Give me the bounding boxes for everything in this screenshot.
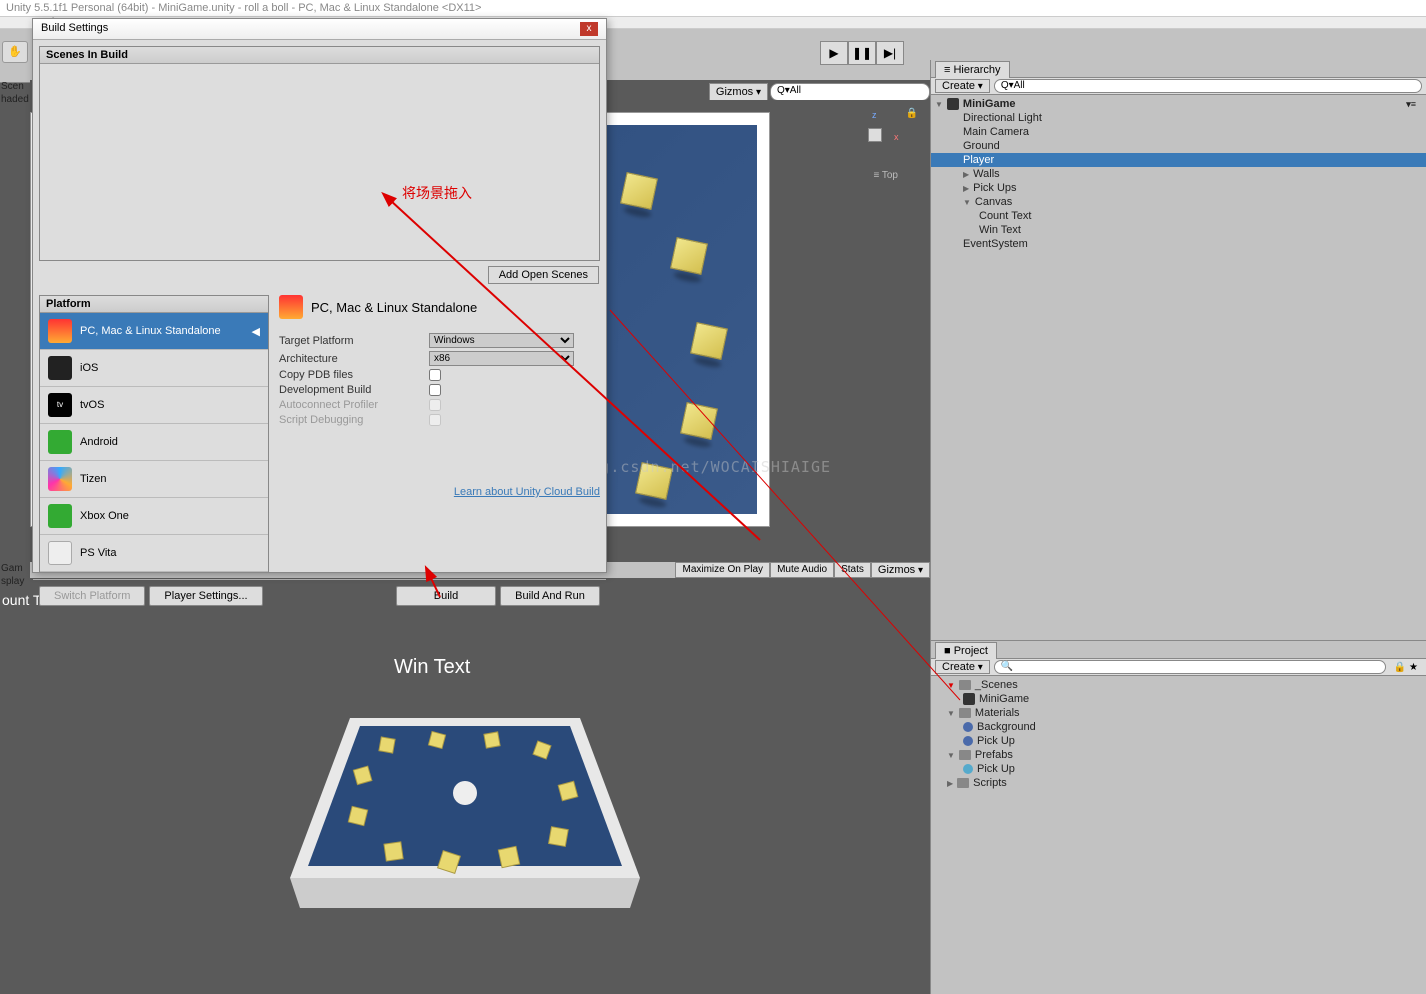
build-and-run-button[interactable]: Build And Run (500, 586, 600, 606)
hierarchy-item-selected[interactable]: Player (931, 153, 1426, 167)
platform-list: Platform PC, Mac & Linux Standalone◀ iOS… (39, 295, 269, 573)
platform-item-ios[interactable]: iOS (40, 350, 268, 387)
window-titlebar: Unity 5.5.1f1 Personal (64bit) - MiniGam… (0, 0, 1426, 17)
display-frag: splay (0, 575, 30, 588)
project-folder[interactable]: ▶Scripts (931, 776, 1426, 790)
platform-header: Platform (40, 296, 268, 313)
shaded-frag: haded (0, 93, 30, 106)
platform-title: PC, Mac & Linux Standalone (311, 300, 477, 315)
hierarchy-tree: ▼MiniGame▾≡ Directional Light Main Camer… (931, 95, 1426, 253)
scenes-header: Scenes In Build (40, 47, 599, 64)
pause-button[interactable]: ❚❚ (848, 41, 876, 65)
project-tree: ▼_Scenes MiniGame ▼Materials Background … (931, 676, 1426, 792)
gizmos-game-dropdown[interactable]: Gizmos ▾ (871, 562, 930, 578)
platform-item-pc[interactable]: PC, Mac & Linux Standalone◀ (40, 313, 268, 350)
maximize-toggle[interactable]: Maximize On Play (675, 562, 770, 578)
win-text-label: Win Text (394, 656, 470, 679)
platform-item-tizen[interactable]: Tizen (40, 461, 268, 498)
hierarchy-search-input[interactable]: Q▾All (994, 79, 1422, 93)
hierarchy-item[interactable]: Ground (931, 139, 1426, 153)
hierarchy-item[interactable]: Directional Light (931, 111, 1426, 125)
project-search-input[interactable]: 🔍 (994, 660, 1386, 674)
hierarchy-item[interactable]: ▼Canvas (931, 195, 1426, 209)
platform-item-android[interactable]: Android (40, 424, 268, 461)
player-settings-button[interactable]: Player Settings... (149, 586, 262, 606)
platform-item-tvos[interactable]: tvtvOS (40, 387, 268, 424)
play-controls: ▶ ❚❚ ▶| (820, 41, 904, 65)
hierarchy-item[interactable]: EventSystem (931, 237, 1426, 251)
build-button[interactable]: Build (396, 586, 496, 606)
build-titlebar[interactable]: Build Settings x (33, 19, 606, 40)
lock-icon[interactable]: 🔒 (906, 108, 918, 119)
project-filter-icons[interactable]: 🔒 ★ (1390, 662, 1422, 673)
hierarchy-item[interactable]: ▶Walls (931, 167, 1426, 181)
target-platform-select[interactable]: Windows (429, 333, 574, 348)
project-tab[interactable]: ■ Project (935, 642, 997, 659)
close-button[interactable]: x (580, 22, 598, 36)
hierarchy-item[interactable]: Main Camera (931, 125, 1426, 139)
gizmos-dropdown[interactable]: Gizmos ▾ (709, 83, 768, 101)
add-open-scenes-button[interactable]: Add Open Scenes (488, 266, 599, 284)
game-tab-frag: Gam (0, 562, 30, 575)
game-view[interactable]: ount Text (30, 578, 930, 994)
hierarchy-item[interactable]: ▶Pick Ups (931, 181, 1426, 195)
scene-gizmo[interactable]: z x (850, 110, 900, 160)
cloud-build-link[interactable]: Learn about Unity Cloud Build (279, 486, 600, 498)
hierarchy-panel: ≡ Hierarchy Create ▾ Q▾All ▼MiniGame▾≡ D… (931, 60, 1426, 640)
autoconnect-checkbox (429, 399, 441, 411)
platform-item-xbox[interactable]: Xbox One (40, 498, 268, 535)
architecture-select[interactable]: x86 (429, 351, 574, 366)
hand-tool-button[interactable]: ✋ (2, 41, 28, 63)
project-folder[interactable]: ▼Prefabs (931, 748, 1426, 762)
scenes-in-build-list[interactable]: Scenes In Build Add Open Scenes (39, 46, 600, 261)
scene-tab-frag: Scen (0, 80, 30, 93)
step-button[interactable]: ▶| (876, 41, 904, 65)
project-asset[interactable]: Background (931, 720, 1426, 734)
project-create-button[interactable]: Create ▾ (935, 660, 990, 674)
scene-controls: Gizmos ▾ Q▾All (709, 83, 930, 101)
platform-details: PC, Mac & Linux Standalone Target Platfo… (279, 295, 600, 573)
mute-toggle[interactable]: Mute Audio (770, 562, 834, 578)
platform-item-psvita[interactable]: PS Vita (40, 535, 268, 572)
scene-search-input[interactable]: Q▾All (770, 83, 930, 101)
hierarchy-item[interactable]: Win Text (931, 223, 1426, 237)
play-button[interactable]: ▶ (820, 41, 848, 65)
hierarchy-tab[interactable]: ≡ Hierarchy (935, 61, 1010, 78)
platform-icon (279, 295, 303, 319)
build-settings-window: Build Settings x Scenes In Build Add Ope… (32, 18, 607, 573)
view-label: ≡ Top (873, 170, 898, 181)
hierarchy-item[interactable]: Count Text (931, 209, 1426, 223)
project-asset[interactable]: Pick Up (931, 762, 1426, 776)
hierarchy-create-button[interactable]: Create ▾ (935, 79, 990, 93)
project-folder[interactable]: ▼Materials (931, 706, 1426, 720)
project-asset[interactable]: Pick Up (931, 734, 1426, 748)
switch-platform-button: Switch Platform (39, 586, 145, 606)
stats-toggle[interactable]: Stats (834, 562, 871, 578)
right-panel: ≡ Hierarchy Create ▾ Q▾All ▼MiniGame▾≡ D… (930, 60, 1426, 994)
project-asset[interactable]: MiniGame (931, 692, 1426, 706)
project-panel: ■ Project Create ▾ 🔍 🔒 ★ ▼_Scenes MiniGa… (931, 640, 1426, 994)
scene-root[interactable]: ▼MiniGame▾≡ (931, 97, 1426, 111)
script-debug-checkbox (429, 414, 441, 426)
copy-pdb-checkbox[interactable] (429, 369, 441, 381)
left-strip: Scen haded Gam splay (0, 80, 30, 588)
project-folder[interactable]: ▼_Scenes (931, 678, 1426, 692)
dev-build-checkbox[interactable] (429, 384, 441, 396)
